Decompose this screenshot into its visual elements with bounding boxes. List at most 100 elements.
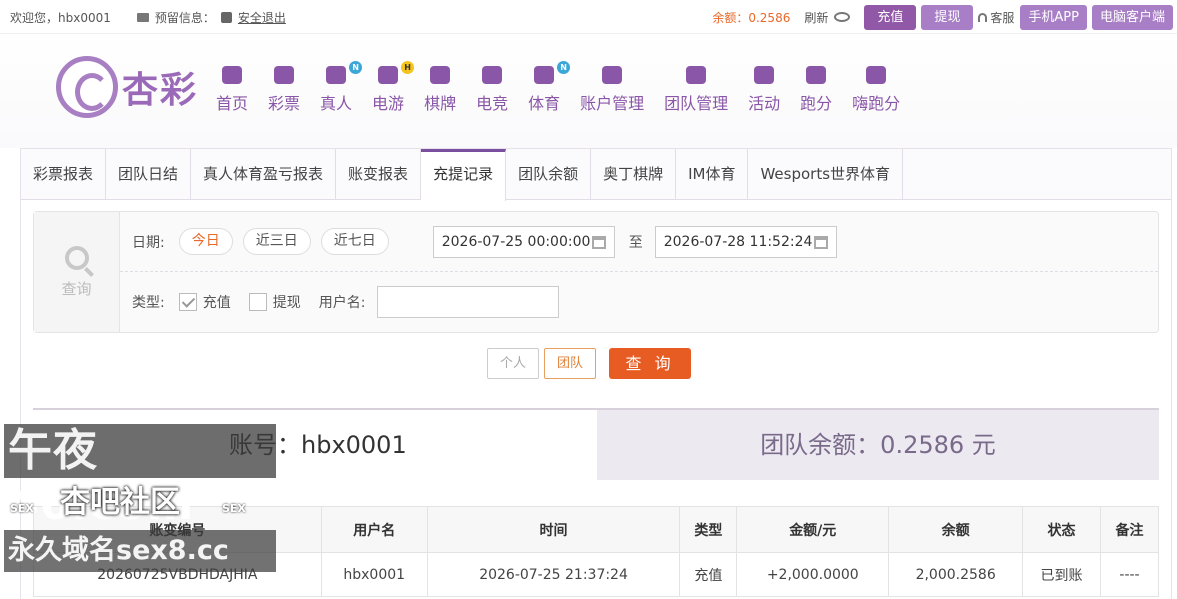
nav-item-7[interactable]: 账户管理 [580,64,644,114]
date-label: 日期: [132,234,165,251]
end-date-value: 2026-07-28 11:52:24 [663,233,813,250]
nav-item-0[interactable]: 首页 [216,64,248,114]
hide-balance-icon[interactable] [834,12,851,22]
withdraw-checkbox-label: 提现 [272,295,301,311]
tab-4[interactable]: 充提记录 [421,149,507,201]
logo-emblem-icon [56,56,118,118]
cell-balance: 2,000.2586 [888,552,1024,597]
withdraw-checkbox[interactable] [248,293,267,311]
end-date-input[interactable]: 2026-07-28 11:52:24 [654,225,837,258]
query-side-label: 查询 [34,212,120,332]
mail-icon[interactable] [136,12,149,22]
withdraw-button[interactable]: 提现 [921,4,974,30]
nav-item-10[interactable]: 跑分 [800,64,832,114]
recharge-button[interactable]: 充值 [864,4,917,30]
col-username: 用户名 [320,506,428,553]
gift-icon [752,64,776,86]
yen-coin-icon [600,64,624,86]
cell-amount: +2,000.0000 [736,552,890,597]
nav-item-label: 嗨跑分 [852,94,901,113]
calendar-icon[interactable] [813,235,828,249]
date-row: 日期: 今日 近三日 近七日 2026-07-25 00:00:00 至 202… [120,212,1158,272]
watermark-line2: SEX 杏吧社区 SEX [4,482,276,524]
live-dealer-icon [324,64,348,86]
tab-0[interactable]: 彩票报表 [21,149,107,200]
type-label: 类型: [132,295,165,311]
nav-badge: N [349,61,363,74]
watermark-line2-text: 杏吧社区 [60,485,180,520]
username-input[interactable] [377,286,560,318]
customer-service-label: 客服 [990,10,1015,25]
car-icon [804,64,828,86]
col-time: 时间 [426,506,681,553]
watermark: 午夜46.com SEX 杏吧社区 SEX 永久域名sex8.cc [4,424,276,572]
tab-2[interactable]: 真人体育盈亏报表 [191,149,337,200]
query-button[interactable]: 查 询 [609,348,692,379]
top-bar: 欢迎您，hbx0001 预留信息： 安全退出 余额：0.2586 刷新 充值 提… [0,0,1177,34]
nav-item-4[interactable]: 棋牌 [424,64,456,114]
three-days-button[interactable]: 近三日 [242,228,311,255]
nav-item-label: 账户管理 [580,94,645,113]
search-icon [64,245,89,270]
seven-days-button[interactable]: 近七日 [320,228,389,255]
hi-icon [864,64,888,86]
watermark-line1: 午夜46.com [4,424,276,530]
cell-status: 已到账 [1022,552,1101,597]
logout-link[interactable]: 安全退出 [238,9,286,26]
col-remark: 备注 [1100,506,1159,553]
tab-7[interactable]: IM体育 [676,149,749,200]
personal-button[interactable]: 个人 [487,348,540,379]
nav-item-label: 活动 [748,94,781,113]
tab-3[interactable]: 账变报表 [336,149,422,200]
nav-item-5[interactable]: 电竞 [476,64,508,114]
cell-remark: ---- [1100,552,1159,597]
team-button[interactable]: 团队 [544,348,597,379]
nav-item-6[interactable]: N 体育 [528,61,571,114]
nav-item-label: 电游 [372,94,405,113]
pc-client-button[interactable]: 电脑客户端 [1091,4,1173,30]
calendar-icon[interactable] [591,235,606,249]
esports-icon [480,64,504,86]
recharge-checkbox-label: 充值 [202,295,231,311]
to-label: 至 [628,234,643,251]
balance-text: 余额：0.2586 [712,10,791,25]
tab-1[interactable]: 团队日结 [106,149,192,200]
tab-8[interactable]: Wesports世界体育 [748,149,904,200]
nav-item-3[interactable]: H 电游 [372,61,415,114]
today-button[interactable]: 今日 [178,228,233,255]
cards-icon [428,64,452,86]
home-icon [220,64,244,86]
welcome-text: 欢迎您，hbx0001 [10,10,111,25]
start-date-input[interactable]: 2026-07-25 00:00:00 [432,225,615,258]
col-status: 状态 [1022,506,1101,553]
nav-item-label: 首页 [216,94,249,113]
nav-item-8[interactable]: 团队管理 [664,64,728,114]
nav-item-label: 跑分 [800,94,833,113]
tab-6[interactable]: 奥丁棋牌 [591,149,677,200]
nav-item-label: 棋牌 [424,94,457,113]
nav-item-2[interactable]: N 真人 [320,61,363,114]
nav-item-label: 真人 [320,94,353,113]
site-logo[interactable]: 杏彩 [56,56,198,118]
cell-time: 2026-07-25 21:37:24 [426,552,681,597]
team-icon [684,64,708,86]
edit-icon[interactable] [220,11,232,23]
gamepad-icon [376,64,400,86]
cell-username: hbx0001 [320,552,428,597]
report-tabs: 彩票报表 团队日结 真人体育盈亏报表 账变报表 充提记录 团队余额 奥丁棋牌 IM体育 Wesp… [21,149,1171,201]
watermark-line3: 永久域名sex8.cc [4,530,276,572]
customer-service-link[interactable]: 客服 [978,9,1014,26]
refresh-link[interactable]: 刷新 [804,9,828,26]
col-balance: 余额 [888,506,1024,553]
query-label: 查询 [61,279,92,298]
nav-item-11[interactable]: 嗨跑分 [852,64,900,114]
recharge-checkbox[interactable] [178,293,197,311]
team-balance-summary: 团队余额：0.2586 元 [597,410,1159,480]
nav-item-9[interactable]: 活动 [748,64,780,114]
nav-item-1[interactable]: 彩票 [268,64,300,114]
main-nav: 首页 彩票 N 真人 H 电游 棋牌 电竞 N 体育 账户管理 团队管理活动 跑分 嗨跑分 [216,61,920,114]
tab-5[interactable]: 团队余额 [506,149,592,200]
watermark-sex-left: SEX [10,502,34,515]
type-row: 类型: 充值 提现 用户名: [120,272,1158,332]
mobile-app-button[interactable]: 手机APP [1020,4,1087,30]
